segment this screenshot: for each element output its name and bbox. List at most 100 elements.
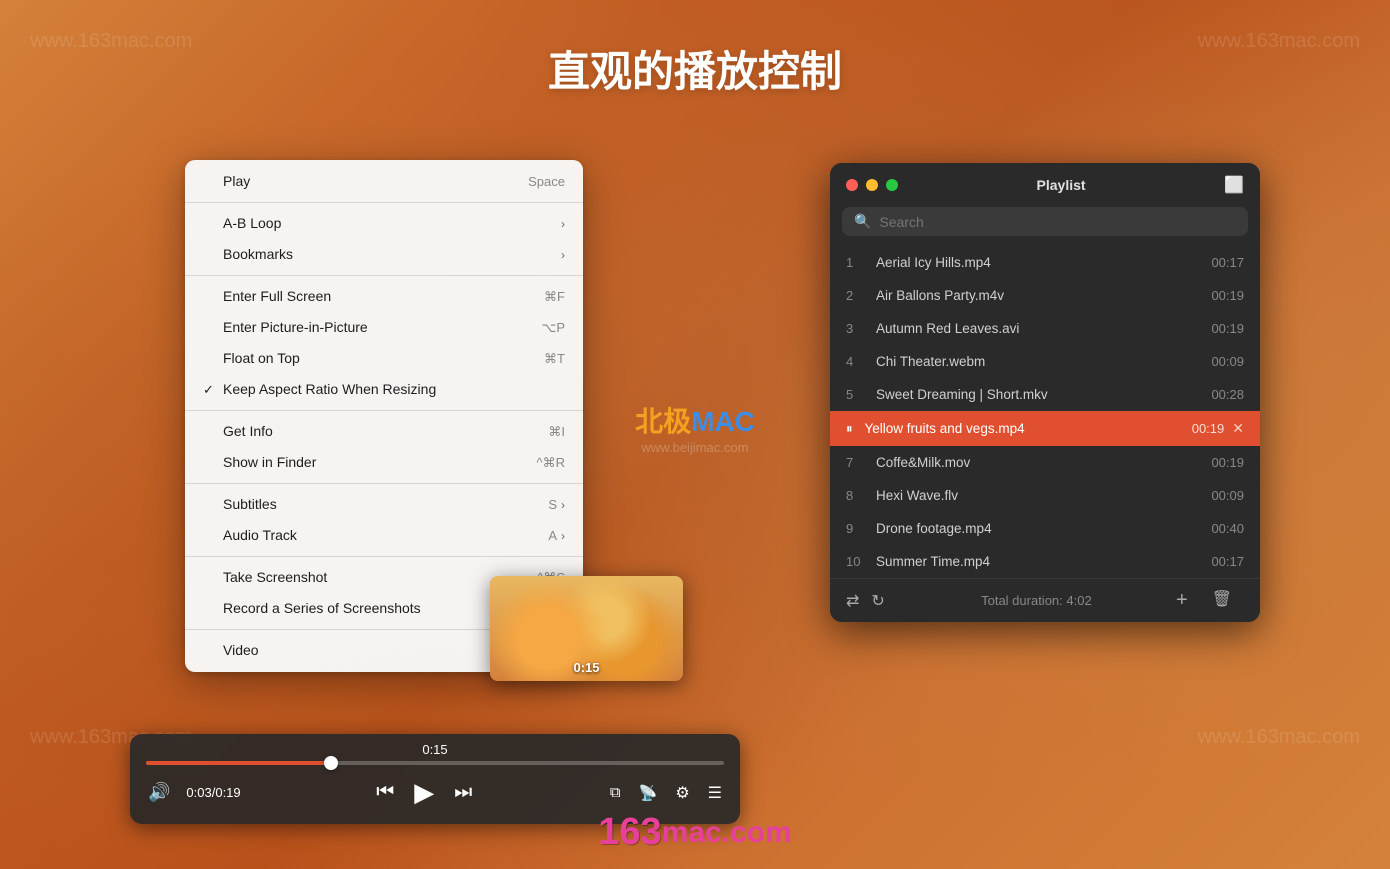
item-name: Yellow fruits and vegs.mp4 — [865, 421, 1184, 436]
item-duration: 00:19 — [1211, 321, 1244, 336]
skip-back-button[interactable]: ⏮ — [374, 779, 396, 806]
arrow-icon: › — [561, 496, 565, 514]
menu-shortcut-pip: ⌥P — [541, 318, 565, 338]
thumbnail-popup: 0:15 — [490, 576, 683, 681]
arrow-icon: › — [561, 527, 565, 545]
menu-label-audio-track: Audio Track — [223, 525, 528, 546]
menu-shortcut-finder: ^⌘R — [537, 453, 566, 473]
menu-label-bookmarks: Bookmarks — [223, 244, 561, 265]
time-tooltip: 0:15 — [146, 742, 724, 757]
add-icon[interactable]: + — [1176, 589, 1188, 612]
menu-item-pip[interactable]: Enter Picture-in-Picture ⌥P — [185, 312, 583, 343]
pip-button[interactable]: ⧉ — [608, 782, 623, 803]
playlist-item[interactable]: 1 Aerial Icy Hills.mp4 00:17 — [830, 246, 1260, 279]
menu-label-ab-loop: A-B Loop — [223, 213, 561, 234]
settings-button[interactable]: ⚙ — [673, 781, 691, 805]
menu-item-play[interactable]: Play Space — [185, 166, 583, 197]
playlist-item[interactable]: 5 Sweet Dreaming | Short.mkv 00:28 — [830, 378, 1260, 411]
item-duration: 00:19 — [1192, 421, 1225, 436]
playlist-item[interactable]: 10 Summer Time.mp4 00:17 — [830, 545, 1260, 578]
playlist-item[interactable]: 9 Drone footage.mp4 00:40 — [830, 512, 1260, 545]
checkmark-icon: ✓ — [203, 380, 219, 400]
menu-item-subtitles[interactable]: Subtitles S › — [185, 489, 583, 520]
playlist-item[interactable]: 8 Hexi Wave.flv 00:09 — [830, 479, 1260, 512]
repeat-icon[interactable]: ↻ — [871, 591, 884, 611]
playlist-button[interactable]: ☰ — [706, 781, 724, 805]
menu-item-audio-track[interactable]: Audio Track A › — [185, 520, 583, 551]
play-button[interactable]: ▶ — [412, 775, 436, 810]
item-number: 10 — [846, 554, 868, 569]
item-duration: 00:19 — [1211, 288, 1244, 303]
item-duration: 00:09 — [1211, 488, 1244, 503]
controls-row: 🔊 0:03/0:19 ⏮ ▶ ⏭ ⧉ 📡 ⚙ ☰ — [146, 775, 724, 810]
menu-label-subtitles: Subtitles — [223, 494, 528, 515]
brand-bottom-text: mac.com — [662, 816, 792, 850]
menu-shortcut-float: ⌘T — [544, 349, 565, 369]
bottom-brand: 163 mac.com — [598, 811, 791, 854]
item-duration: 00:40 — [1211, 521, 1244, 536]
menu-item-bookmarks[interactable]: Bookmarks › — [185, 239, 583, 270]
menu-item-fullscreen[interactable]: Enter Full Screen ⌘F — [185, 281, 583, 312]
volume-button[interactable]: 🔊 — [146, 780, 172, 805]
menu-shortcut-play: Space — [528, 172, 565, 192]
playlist-item[interactable]: 7 Coffe&Milk.mov 00:19 — [830, 446, 1260, 479]
playlist-titlebar: Playlist ⬜ — [830, 163, 1260, 207]
item-duration: 00:28 — [1211, 387, 1244, 402]
item-name: Coffe&Milk.mov — [876, 455, 1203, 470]
search-input[interactable] — [879, 214, 1236, 230]
playlist-search[interactable]: 🔍 — [842, 207, 1248, 236]
item-name: Aerial Icy Hills.mp4 — [876, 255, 1203, 270]
progress-thumb[interactable] — [324, 756, 338, 770]
item-name: Drone footage.mp4 — [876, 521, 1203, 536]
menu-label-info: Get Info — [223, 421, 528, 442]
playlist-items: 1 Aerial Icy Hills.mp4 00:17 2 Air Ballo… — [830, 246, 1260, 578]
menu-label-play: Play — [223, 171, 508, 192]
item-name: Sweet Dreaming | Short.mkv — [876, 387, 1203, 402]
menu-label-screenshot: Take Screenshot — [223, 567, 517, 588]
item-number: 1 — [846, 255, 868, 270]
progress-bar[interactable] — [146, 761, 724, 765]
item-number: 9 — [846, 521, 868, 536]
total-duration: Total duration: 4:02 — [897, 593, 1176, 608]
menu-item-ab-loop[interactable]: A-B Loop › — [185, 208, 583, 239]
window-minimize-button[interactable] — [866, 179, 878, 191]
playlist-view-icon[interactable]: ⬜ — [1224, 175, 1244, 195]
window-close-button[interactable] — [846, 179, 858, 191]
item-number: 7 — [846, 455, 868, 470]
window-maximize-button[interactable] — [886, 179, 898, 191]
item-number: 3 — [846, 321, 868, 336]
progress-container: 0:15 — [146, 742, 724, 765]
menu-divider-3 — [185, 410, 583, 411]
menu-label-fullscreen: Enter Full Screen — [223, 286, 524, 307]
item-duration: 00:17 — [1211, 554, 1244, 569]
item-duration: 00:09 — [1211, 354, 1244, 369]
menu-label-float: Float on Top — [223, 348, 524, 369]
playlist-title: Playlist — [898, 177, 1224, 193]
footer-right: + 🗑 — [1176, 589, 1244, 612]
menu-item-aspect[interactable]: ✓ Keep Aspect Ratio When Resizing — [185, 374, 583, 405]
item-close-icon[interactable]: ✕ — [1232, 420, 1244, 437]
item-duration: 00:19 — [1211, 455, 1244, 470]
menu-divider-2 — [185, 275, 583, 276]
menu-shortcut-subtitles: S — [548, 495, 557, 515]
playlist-item[interactable]: 2 Air Ballons Party.m4v 00:19 — [830, 279, 1260, 312]
playlist-item[interactable]: 4 Chi Theater.webm 00:09 — [830, 345, 1260, 378]
playlist-item[interactable]: ⏸ Yellow fruits and vegs.mp4 00:19 ✕ — [830, 411, 1260, 446]
shuffle-icon[interactable]: ⇄ — [846, 591, 859, 611]
page-title: 直观的播放控制 — [548, 38, 842, 99]
menu-shortcut-fullscreen: ⌘F — [544, 287, 565, 307]
item-name: Air Ballons Party.m4v — [876, 288, 1203, 303]
window-controls — [846, 179, 898, 191]
playlist-item[interactable]: 3 Autumn Red Leaves.avi 00:19 — [830, 312, 1260, 345]
menu-label-finder: Show in Finder — [223, 452, 517, 473]
time-display: 0:03/0:19 — [186, 785, 240, 800]
airplay-button[interactable]: 📡 — [637, 782, 660, 804]
delete-icon[interactable]: 🗑 — [1212, 589, 1232, 612]
menu-shortcut-audio-track: A — [548, 526, 557, 546]
menu-item-float[interactable]: Float on Top ⌘T — [185, 343, 583, 374]
menu-item-finder[interactable]: Show in Finder ^⌘R — [185, 447, 583, 478]
item-name: Summer Time.mp4 — [876, 554, 1203, 569]
menu-item-info[interactable]: Get Info ⌘I — [185, 416, 583, 447]
skip-forward-button[interactable]: ⏭ — [452, 779, 474, 806]
playlist-window: Playlist ⬜ 🔍 1 Aerial Icy Hills.mp4 00:1… — [830, 163, 1260, 622]
